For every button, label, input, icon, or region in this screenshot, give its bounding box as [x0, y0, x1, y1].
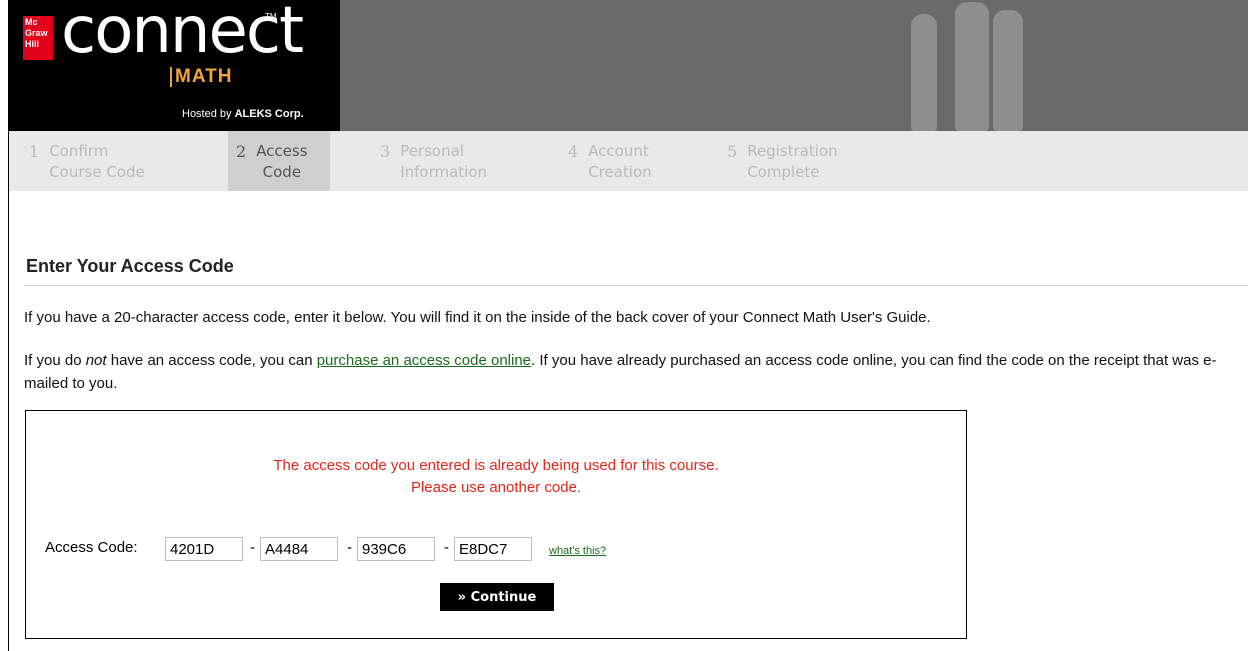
continue-button[interactable]: » Continue — [440, 583, 554, 611]
math-accent-bar — [170, 67, 172, 87]
page-title: Enter Your Access Code — [26, 256, 234, 276]
hosted-by-text: Hosted by ALEKS Corp. — [182, 108, 304, 120]
whats-this-link[interactable]: what's this? — [549, 545, 606, 557]
step-label: Confirm Course Code — [49, 142, 145, 181]
trademark-mark: TM — [265, 12, 277, 21]
step-access-code: 2 Access Code — [228, 131, 330, 191]
step-label: Personal Information — [400, 142, 488, 181]
hosted-prefix: Hosted by — [182, 108, 232, 120]
step-registration-complete: 5 Registration Complete — [727, 131, 907, 191]
access-code-form: The access code you entered is already b… — [25, 410, 967, 639]
mcgraw-hill-logo: Mc Graw Hill — [23, 16, 53, 60]
step-number: 3 — [380, 142, 391, 161]
step-account-creation: 4 Account Creation — [568, 131, 708, 191]
purchase-access-code-link[interactable]: purchase an access code online — [317, 352, 531, 369]
segment-separator: - — [444, 539, 449, 556]
step-number: 1 — [29, 142, 40, 161]
segment-separator: - — [347, 539, 352, 556]
people-silhouette-image — [889, 0, 1049, 131]
step-label: Account Creation — [588, 142, 652, 181]
step-confirm-course-code: 1 Confirm Course Code — [29, 131, 209, 191]
logo-block: Mc Graw Hill connect TM MATH Hosted by A… — [9, 0, 340, 131]
registration-steps-bar: 1 Confirm Course Code 2 Access Code 3 Pers… — [9, 131, 1248, 191]
connect-logo-text: connect — [61, 0, 304, 68]
instructions-paragraph: If you have a 20-character access code, … — [24, 309, 931, 326]
purchase-info-paragraph: If you do not have an access code, you c… — [24, 352, 1217, 392]
access-code-segment-4[interactable] — [454, 537, 532, 561]
step-number: 4 — [568, 142, 579, 161]
hosted-company: ALEKS Corp. — [234, 108, 304, 120]
step-label: Access Code — [256, 142, 308, 181]
access-code-label: Access Code: — [45, 539, 138, 556]
site-header: Mc Graw Hill connect TM MATH Hosted by A… — [9, 0, 1248, 131]
segment-separator: - — [250, 539, 255, 556]
step-label: Registration Complete — [747, 142, 838, 181]
math-label: MATH — [175, 66, 233, 87]
access-code-segment-2[interactable] — [260, 537, 338, 561]
step-number: 2 — [236, 142, 247, 161]
step-number: 5 — [727, 142, 738, 161]
title-divider — [24, 285, 1248, 286]
access-code-segment-1[interactable] — [165, 537, 243, 561]
access-code-segment-3[interactable] — [357, 537, 435, 561]
step-personal-information: 3 Personal Information — [380, 131, 540, 191]
error-message: The access code you entered is already b… — [273, 457, 719, 496]
